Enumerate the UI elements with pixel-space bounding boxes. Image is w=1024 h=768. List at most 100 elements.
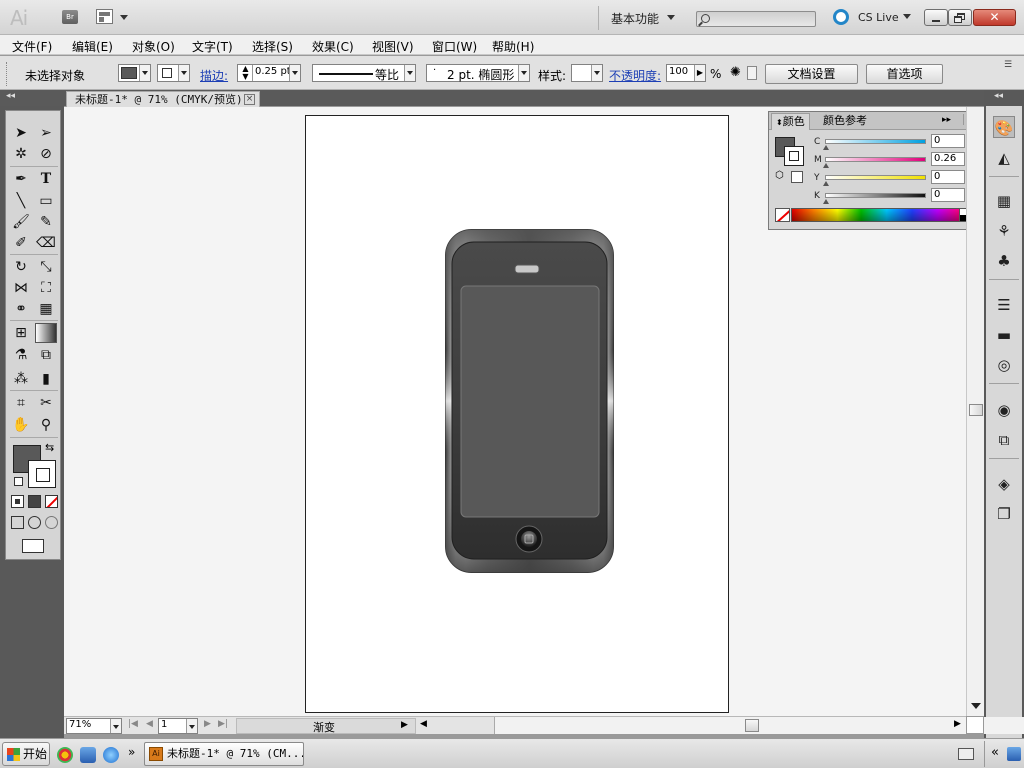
workspace-chevron-icon[interactable] — [667, 15, 675, 20]
variable-width-profile[interactable]: 等比 — [312, 64, 416, 82]
vertical-scrollbar[interactable] — [966, 107, 984, 716]
menu-file[interactable]: 文件(F) — [12, 38, 52, 55]
perspective-grid-tool-icon[interactable]: ▦ — [35, 299, 57, 319]
rectangle-tool-icon[interactable]: ▭ — [35, 191, 57, 211]
channel-k-slider[interactable] — [825, 193, 926, 198]
menu-object[interactable]: 对象(O) — [132, 38, 175, 55]
gradient-tool-icon[interactable] — [35, 323, 57, 343]
magic-wand-tool-icon[interactable]: ✲ — [10, 144, 32, 164]
page-number-dropdown[interactable]: 1 — [158, 718, 198, 734]
web-safe-swatch[interactable] — [791, 171, 803, 183]
control-bar-menu-icon[interactable]: ☰ — [1004, 60, 1012, 70]
color-panel-icon[interactable]: 🎨 — [993, 116, 1015, 138]
draw-behind-icon[interactable] — [28, 516, 41, 529]
chevron-right-icon[interactable]: ▶ — [694, 65, 705, 81]
brush-definition[interactable]: · 2 pt. 椭圆形 — [426, 64, 530, 82]
explorer-icon[interactable] — [80, 747, 96, 763]
channel-m-slider[interactable] — [825, 157, 926, 162]
tray-chevron-icon[interactable]: « — [991, 745, 999, 760]
menu-help[interactable]: 帮助(H) — [492, 38, 534, 55]
status-menu-icon[interactable]: ▶ — [401, 720, 408, 730]
draw-inside-icon[interactable] — [45, 516, 58, 529]
symbol-sprayer-tool-icon[interactable]: ⁂ — [10, 369, 32, 389]
bridge-button[interactable]: Br — [62, 10, 78, 24]
keyboard-icon[interactable] — [958, 748, 974, 760]
preferences-button[interactable]: 首选项 — [866, 64, 943, 84]
type-tool-icon[interactable]: T — [35, 169, 57, 189]
network-icon[interactable] — [1007, 747, 1021, 761]
help-search-input[interactable] — [696, 11, 816, 27]
zoom-tool-icon[interactable]: ⚲ — [35, 415, 57, 435]
lasso-tool-icon[interactable]: ⊘ — [35, 144, 57, 164]
stroke-color-dropdown[interactable] — [157, 64, 190, 82]
swap-fill-stroke-icon[interactable]: ⇆ — [45, 441, 54, 454]
menu-type[interactable]: 文字(T) — [192, 38, 233, 55]
minimize-button[interactable] — [924, 9, 948, 26]
scroll-down-icon[interactable] — [971, 703, 981, 709]
transparency-panel-icon[interactable]: ◎ — [993, 354, 1015, 376]
workspace-switcher[interactable]: 基本功能 — [611, 10, 659, 27]
fill-color-dropdown[interactable] — [118, 64, 151, 82]
gradient-panel-icon[interactable]: ▬ — [993, 324, 1015, 346]
opacity-panel-link[interactable]: 不透明度: — [609, 67, 661, 84]
channel-c-input[interactable]: 0 — [931, 134, 965, 148]
collapse-tools-icon[interactable]: ◂◂ — [6, 91, 15, 101]
swatches-icon[interactable]: ▦ — [993, 190, 1015, 212]
channel-m-input[interactable]: 0.26 — [931, 152, 965, 166]
line-segment-tool-icon[interactable]: ╲ — [10, 191, 32, 211]
pencil-tool-icon[interactable]: ✎ — [35, 212, 57, 232]
free-transform-tool-icon[interactable]: ⛶ — [35, 278, 57, 298]
color-spectrum[interactable] — [791, 208, 975, 222]
menu-effect[interactable]: 效果(C) — [312, 38, 354, 55]
zoom-dropdown[interactable]: 71% — [66, 718, 122, 734]
blend-tool-icon[interactable]: ⧉ — [35, 345, 57, 365]
arrange-documents-button[interactable] — [96, 9, 130, 25]
next-page-icon[interactable]: ▶ — [204, 719, 211, 729]
stroke-weight-field[interactable]: ▲ ▼ 0.25 pt — [237, 64, 301, 82]
screen-mode-icon[interactable] — [22, 539, 44, 553]
channel-m-handle[interactable] — [823, 163, 829, 168]
close-button[interactable]: ✕ — [973, 9, 1016, 26]
stroke-panel-icon[interactable]: ☰ — [993, 294, 1015, 316]
eyedropper-tool-icon[interactable]: ⚗ — [10, 345, 32, 365]
taskbar-window-illustrator[interactable]: Ai 未标题-1* @ 71% (CM... — [144, 742, 304, 766]
stroke-panel-link[interactable]: 描边: — [200, 67, 228, 84]
collapse-panel-icon[interactable]: ▸▸ — [942, 115, 951, 125]
opacity-field[interactable]: 100 ▶ — [666, 64, 706, 82]
symbols-icon[interactable]: ♣ — [993, 250, 1015, 272]
panel-stroke-swatch[interactable] — [784, 146, 804, 166]
eraser-tool-icon[interactable]: ⌫ — [35, 233, 57, 253]
status-info-dropdown[interactable]: 渐变 ▶ — [236, 718, 416, 734]
control-bar-grip[interactable] — [6, 62, 9, 86]
draw-normal-icon[interactable] — [11, 516, 24, 529]
artboards-icon[interactable]: ❐ — [993, 503, 1015, 525]
appearance-panel-icon[interactable]: ◉ — [993, 399, 1015, 421]
menu-view[interactable]: 视图(V) — [372, 38, 414, 55]
rotate-tool-icon[interactable]: ↻ — [10, 257, 32, 277]
quicklaunch-chevron-icon[interactable]: » — [128, 745, 135, 759]
slice-tool-icon[interactable]: ✂ — [35, 393, 57, 413]
gradient-mode-icon[interactable] — [28, 495, 41, 508]
default-fill-stroke-icon[interactable] — [14, 477, 23, 486]
scroll-left-icon[interactable]: ◀ — [420, 719, 427, 729]
mesh-tool-icon[interactable]: ⊞ — [10, 323, 32, 343]
color-guide-icon[interactable]: ◭ — [993, 147, 1015, 169]
tab-color-guide[interactable]: 颜色参考 — [819, 113, 871, 130]
chrome-icon[interactable] — [57, 747, 73, 763]
close-tab-icon[interactable]: × — [244, 94, 255, 105]
recolor-artwork-icon[interactable]: ✺ — [730, 65, 746, 81]
layers-icon[interactable]: ◈ — [993, 473, 1015, 495]
column-graph-tool-icon[interactable]: ▮ — [35, 369, 57, 389]
scale-tool-icon[interactable]: ⤡ — [35, 257, 57, 277]
cs-live-chevron-icon[interactable] — [903, 14, 911, 19]
document-setup-button[interactable]: 文档设置 — [765, 64, 858, 84]
internet-explorer-icon[interactable] — [103, 747, 119, 763]
document-tab[interactable]: 未标题-1* @ 71% (CMYK/预览) × — [66, 91, 260, 107]
previous-page-icon[interactable]: ◀ — [146, 719, 153, 729]
menu-window[interactable]: 窗口(W) — [432, 38, 477, 55]
blob-brush-tool-icon[interactable]: ✐ — [10, 233, 32, 253]
channel-y-slider[interactable] — [825, 175, 926, 180]
hand-tool-icon[interactable]: ✋ — [10, 415, 32, 435]
direct-selection-tool-icon[interactable]: ➢ — [35, 123, 57, 143]
graphic-styles-icon[interactable]: ⧉ — [993, 429, 1015, 451]
